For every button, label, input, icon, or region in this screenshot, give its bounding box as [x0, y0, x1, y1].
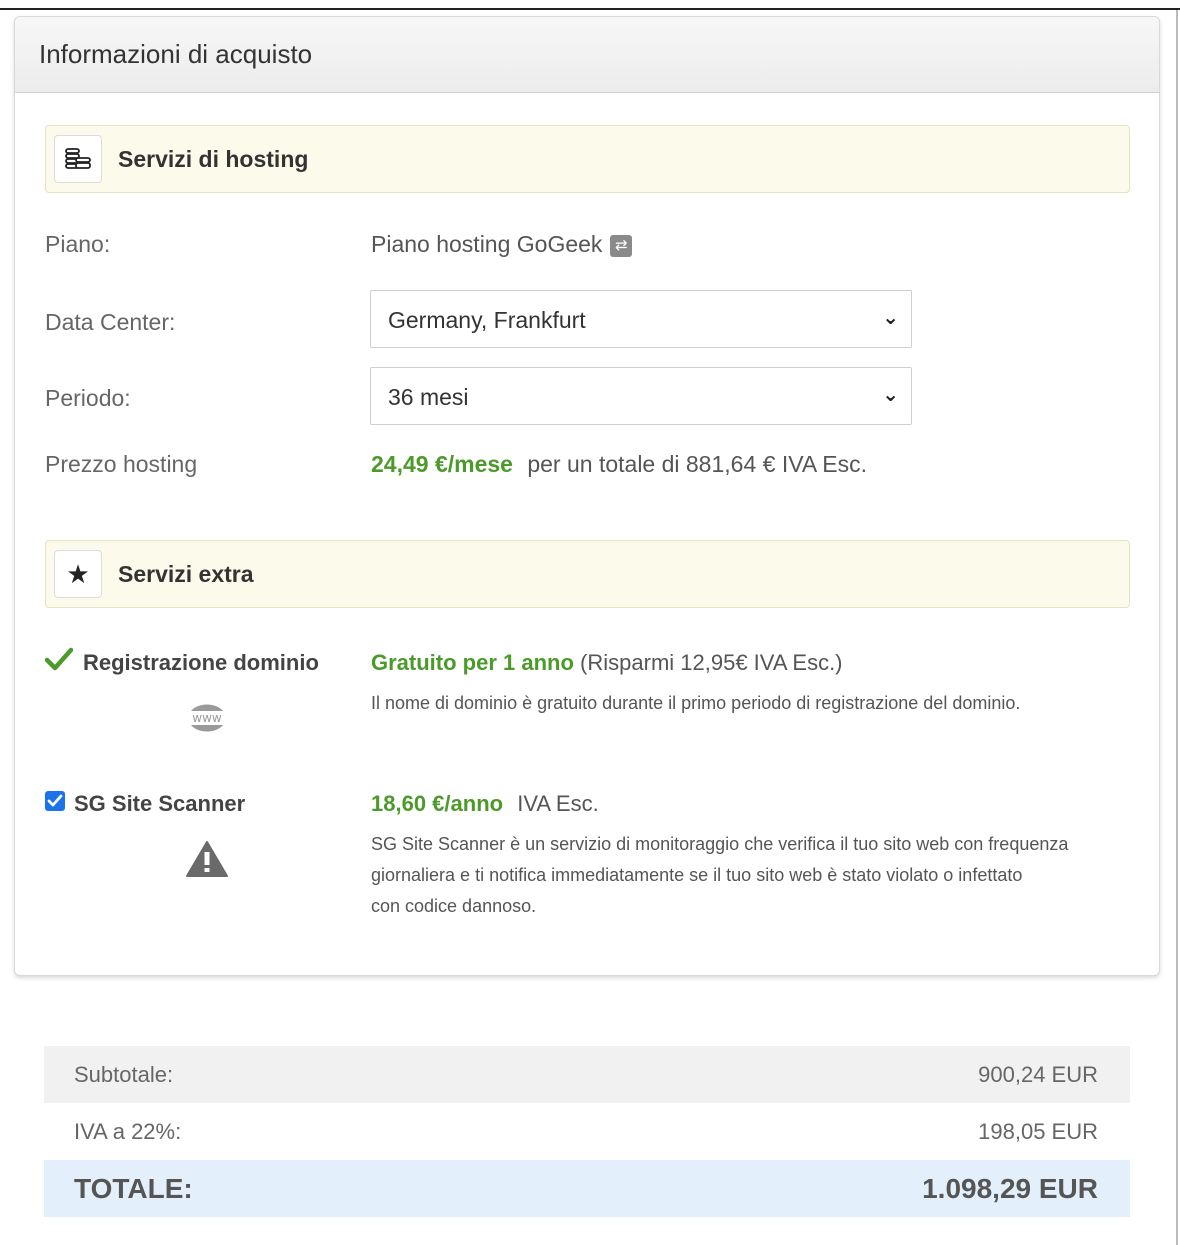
coins-icon	[54, 135, 102, 183]
period-label: Periodo:	[45, 385, 131, 411]
www-icon-text: www	[192, 711, 222, 725]
checkmark-icon	[44, 647, 74, 676]
purchase-info-panel: Informazioni di acquisto Servizi di host…	[14, 16, 1160, 976]
site-scanner-description: SG Site Scanner è un servizio di monitor…	[371, 829, 1068, 922]
site-scanner-checkbox[interactable]	[45, 791, 65, 811]
www-icon: www	[187, 697, 227, 739]
site-scanner-price: 18,60 €/anno IVA Esc.	[371, 791, 599, 817]
hosting-section-title: Servizi di hosting	[118, 146, 309, 172]
domain-registration-label: Registrazione dominio	[83, 650, 319, 675]
period-selected-value: 36 mesi	[388, 384, 469, 410]
site-scanner-description-line: con codice dannoso.	[371, 896, 537, 916]
subtotal-value: 900,24 EUR	[978, 1062, 1098, 1087]
datacenter-selected-value: Germany, Frankfurt	[388, 307, 586, 333]
top-border	[0, 8, 1180, 10]
chevron-down-icon: ⌄	[882, 384, 899, 406]
site-scanner-description-line: giornaliera e ti notifica immediatamente…	[371, 865, 1023, 885]
plan-name: Piano hosting GoGeek	[371, 231, 603, 257]
domain-description: Il nome di dominio è gratuito durante il…	[371, 693, 1021, 713]
datacenter-label: Data Center:	[45, 309, 176, 335]
site-scanner-price-value: 18,60 €/anno	[371, 791, 504, 816]
site-scanner-description-line: SG Site Scanner è un servizio di monitor…	[371, 834, 1069, 854]
hosting-section-header: Servizi di hosting	[45, 125, 1130, 193]
chevron-down-icon: ⌄	[882, 307, 899, 329]
plan-label: Piano:	[45, 231, 111, 257]
change-plan-icon[interactable]: ⇄	[610, 234, 633, 257]
panel-title: Informazioni di acquisto	[39, 39, 313, 69]
total-label: TOTALE:	[74, 1173, 193, 1204]
plan-value: Piano hosting GoGeek ⇄	[371, 231, 633, 258]
domain-saving-text: (Risparmi 12,95€ IVA Esc.)	[580, 650, 843, 675]
domain-offer-text: Gratuito per 1 anno	[371, 650, 574, 675]
star-icon: ★	[54, 550, 102, 598]
hosting-total-price: per un totale di 881,64 € IVA Esc.	[527, 451, 868, 477]
site-scanner-vat-text: IVA Esc.	[517, 791, 599, 816]
hosting-price-label: Prezzo hosting	[45, 451, 198, 477]
warning-icon	[185, 840, 229, 883]
domain-offer: Gratuito per 1 anno (Risparmi 12,95€ IVA…	[371, 650, 843, 676]
panel-header: Informazioni di acquisto	[15, 17, 1159, 93]
hosting-price-value: 24,49 €/mese per un totale di 881,64 € I…	[371, 451, 867, 478]
period-select[interactable]: 36 mesi ⌄	[370, 367, 912, 425]
datacenter-select[interactable]: Germany, Frankfurt ⌄	[370, 290, 912, 348]
extra-section-header: ★ Servizi extra	[45, 540, 1130, 608]
site-scanner-label[interactable]: SG Site Scanner	[74, 791, 245, 817]
extra-section-title: Servizi extra	[118, 561, 254, 587]
subtotal-row: Subtotale: 900,24 EUR	[44, 1046, 1130, 1103]
vat-label: IVA a 22%:	[74, 1119, 182, 1144]
right-border	[1176, 10, 1178, 1245]
total-value: 1.098,29 EUR	[922, 1173, 1098, 1204]
vat-value: 198,05 EUR	[978, 1119, 1098, 1144]
vat-row: IVA a 22%: 198,05 EUR	[44, 1103, 1130, 1160]
hosting-monthly-price: 24,49 €/mese	[371, 451, 513, 477]
total-row: TOTALE: 1.098,29 EUR	[44, 1160, 1130, 1217]
subtotal-label: Subtotale:	[74, 1062, 174, 1087]
